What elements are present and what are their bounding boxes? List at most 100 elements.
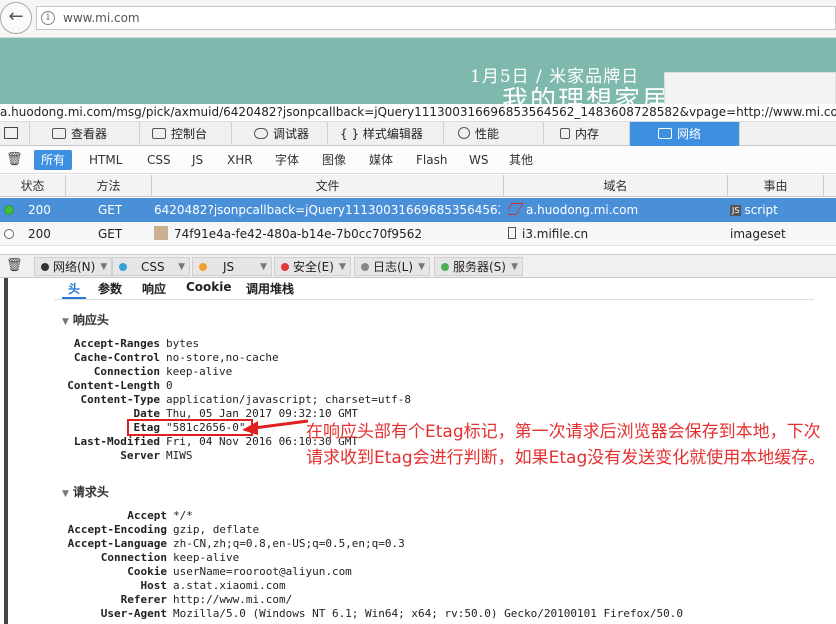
filter-js[interactable]: JS (185, 150, 210, 170)
tab-style-editor-label: 样式编辑器 (362, 127, 423, 141)
info-icon[interactable]: i (41, 11, 55, 25)
tab-params[interactable]: 参数 (98, 280, 122, 297)
header-value: 0 (166, 379, 173, 392)
js-icon: JS (730, 205, 742, 216)
header-row[interactable]: Accept */* (14, 509, 193, 523)
tab-style-editor[interactable]: { } 样式编辑器 (328, 122, 444, 146)
header-row[interactable]: Cache-Control no-store,no-cache (14, 351, 279, 365)
header-value: zh-CN,zh;q=0.8,en-US;q=0.5,en;q=0.3 (173, 537, 405, 550)
filter-css[interactable]: CSS (140, 150, 178, 170)
header-row[interactable]: Accept-Ranges bytes (14, 337, 199, 351)
request-headers-toggle[interactable]: ▼ 请求头 (62, 483, 109, 500)
column-method[interactable]: 方法 (66, 175, 152, 197)
tab-debugger-label: 调试器 (273, 127, 310, 141)
column-cause[interactable]: 事由 (728, 175, 824, 197)
address-bar[interactable]: i www.mi.com (36, 6, 836, 30)
header-name: Cache-Control (73, 351, 160, 364)
header-value: no-store,no-cache (166, 351, 279, 364)
header-name: Accept-Ranges (73, 337, 160, 350)
chevron-down-icon: ▼ (339, 262, 346, 272)
annotation-arrow-icon (242, 419, 309, 435)
row-status: 200 (28, 203, 51, 217)
tab-debugger[interactable]: 调试器 (232, 122, 328, 146)
tab-memory[interactable]: 内存 (544, 122, 630, 146)
header-row[interactable]: Server MIWS (14, 449, 192, 463)
filter-all[interactable]: 所有 (34, 150, 73, 170)
tab-console[interactable]: 控制台 (140, 122, 232, 146)
header-row[interactable]: Connection keep-alive (14, 551, 239, 565)
header-row[interactable]: Host a.stat.xiaomi.com (14, 579, 286, 593)
response-headers-toggle[interactable]: ▼ 响应头 (62, 311, 109, 328)
filter-ws[interactable]: WS (462, 150, 495, 170)
filter-html[interactable]: HTML (82, 150, 129, 170)
header-row[interactable]: Content-Type application/javascript; char… (14, 393, 412, 407)
table-row[interactable]: 200 GET 74f91e4a-fe42-480a-b14e-7b0cc70f… (0, 222, 836, 246)
tab-memory-label: 内存 (575, 127, 600, 141)
browser-toolbar: ← i www.mi.com (0, 0, 836, 38)
header-value: http://www.mi.com/ (173, 593, 293, 606)
active-tab-indicator (62, 297, 86, 299)
tab-network[interactable]: 网络 (630, 122, 740, 146)
console-filter-js[interactable]: JS ▼ (192, 257, 272, 276)
header-value: */* (173, 509, 193, 522)
header-name: Content-Type (80, 393, 160, 406)
filter-images[interactable]: 图像 (315, 150, 353, 170)
tab-headers[interactable]: 头 (68, 280, 80, 297)
splitter[interactable] (0, 278, 14, 624)
annotation-text: 在响应头部有个Etag标记，第一次请求后浏览器会保存到本地，下次请求收到Etag… (306, 422, 826, 468)
header-name: Host (140, 579, 168, 592)
trash-icon[interactable]: 🗑 (6, 152, 23, 167)
tab-response[interactable]: 响应 (142, 280, 166, 297)
image-thumbnail-icon (154, 226, 168, 240)
header-value: a.stat.xiaomi.com (173, 579, 286, 592)
console-filter-css[interactable]: CSS ▼ (112, 257, 190, 276)
console-filter-label: 日志(L) (373, 260, 414, 274)
row-domain: i3.mifile.cn (508, 222, 726, 246)
tab-cookie[interactable]: Cookie (186, 280, 232, 294)
console-trash-icon[interactable]: 🗑 (6, 258, 23, 273)
status-dot (4, 229, 14, 239)
console-filter-security[interactable]: 安全(E) ▼ (274, 257, 351, 276)
bullet-icon (41, 263, 49, 271)
debugger-icon (254, 128, 268, 139)
header-name: Server (120, 449, 160, 462)
console-filter-network[interactable]: 网络(N) ▼ (34, 257, 113, 276)
element-picker-button[interactable] (0, 122, 30, 146)
row-cause: imageset (730, 227, 786, 241)
filter-flash[interactable]: Flash (409, 150, 454, 170)
request-headers-title: 请求头 (72, 485, 109, 499)
header-row[interactable]: Cookie userName=rooroot@aliyun.com (14, 565, 352, 579)
tracker-icon (508, 203, 524, 215)
column-status[interactable]: 状态 (0, 175, 66, 197)
console-filter-server[interactable]: 服务器(S) ▼ (434, 257, 523, 276)
row-domain: a.huodong.mi.com (508, 198, 726, 222)
console-filter-logging[interactable]: 日志(L) ▼ (354, 257, 431, 276)
header-name: Content-Length (67, 379, 160, 392)
header-row[interactable]: Connection keep-alive (14, 365, 232, 379)
column-domain[interactable]: 域名 (504, 175, 728, 197)
header-row[interactable]: Referer http://www.mi.com/ (14, 593, 293, 607)
address-text: www.mi.com (63, 11, 140, 25)
performance-icon (458, 127, 470, 139)
header-row[interactable]: User-Agent Mozilla/5.0 (Windows NT 6.1; W… (14, 607, 683, 621)
back-button[interactable]: ← (0, 2, 32, 34)
column-file[interactable]: 文件 (152, 175, 504, 197)
chevron-down-icon: ▼ (511, 262, 518, 272)
header-name: Accept (127, 509, 167, 522)
style-editor-icon: { } (340, 127, 360, 141)
tab-inspector-label: 查看器 (71, 127, 108, 141)
filter-other[interactable]: 其他 (502, 150, 540, 170)
header-value: Mozilla/5.0 (Windows NT 6.1; Win64; x64;… (173, 607, 683, 620)
filter-xhr[interactable]: XHR (220, 150, 260, 170)
collapse-triangle-icon: ▼ (62, 489, 69, 499)
table-row[interactable]: 200 GET 6420482?jsonpcallback=jQuery1113… (0, 198, 836, 222)
filter-media[interactable]: 媒体 (362, 150, 400, 170)
header-row[interactable]: Accept-Language zh-CN,zh;q=0.8,en-US;q=0.… (14, 537, 405, 551)
tab-inspector[interactable]: 查看器 (30, 122, 140, 146)
tab-performance[interactable]: 性能 (444, 122, 544, 146)
filter-fonts[interactable]: 字体 (268, 150, 306, 170)
header-row[interactable]: Content-Length 0 (14, 379, 173, 393)
tab-stack-trace[interactable]: 调用堆栈 (246, 280, 294, 297)
header-row[interactable]: Accept-Encoding gzip, deflate (14, 523, 259, 537)
row-file: 6420482?jsonpcallback=jQuery111300316696… (154, 203, 500, 217)
